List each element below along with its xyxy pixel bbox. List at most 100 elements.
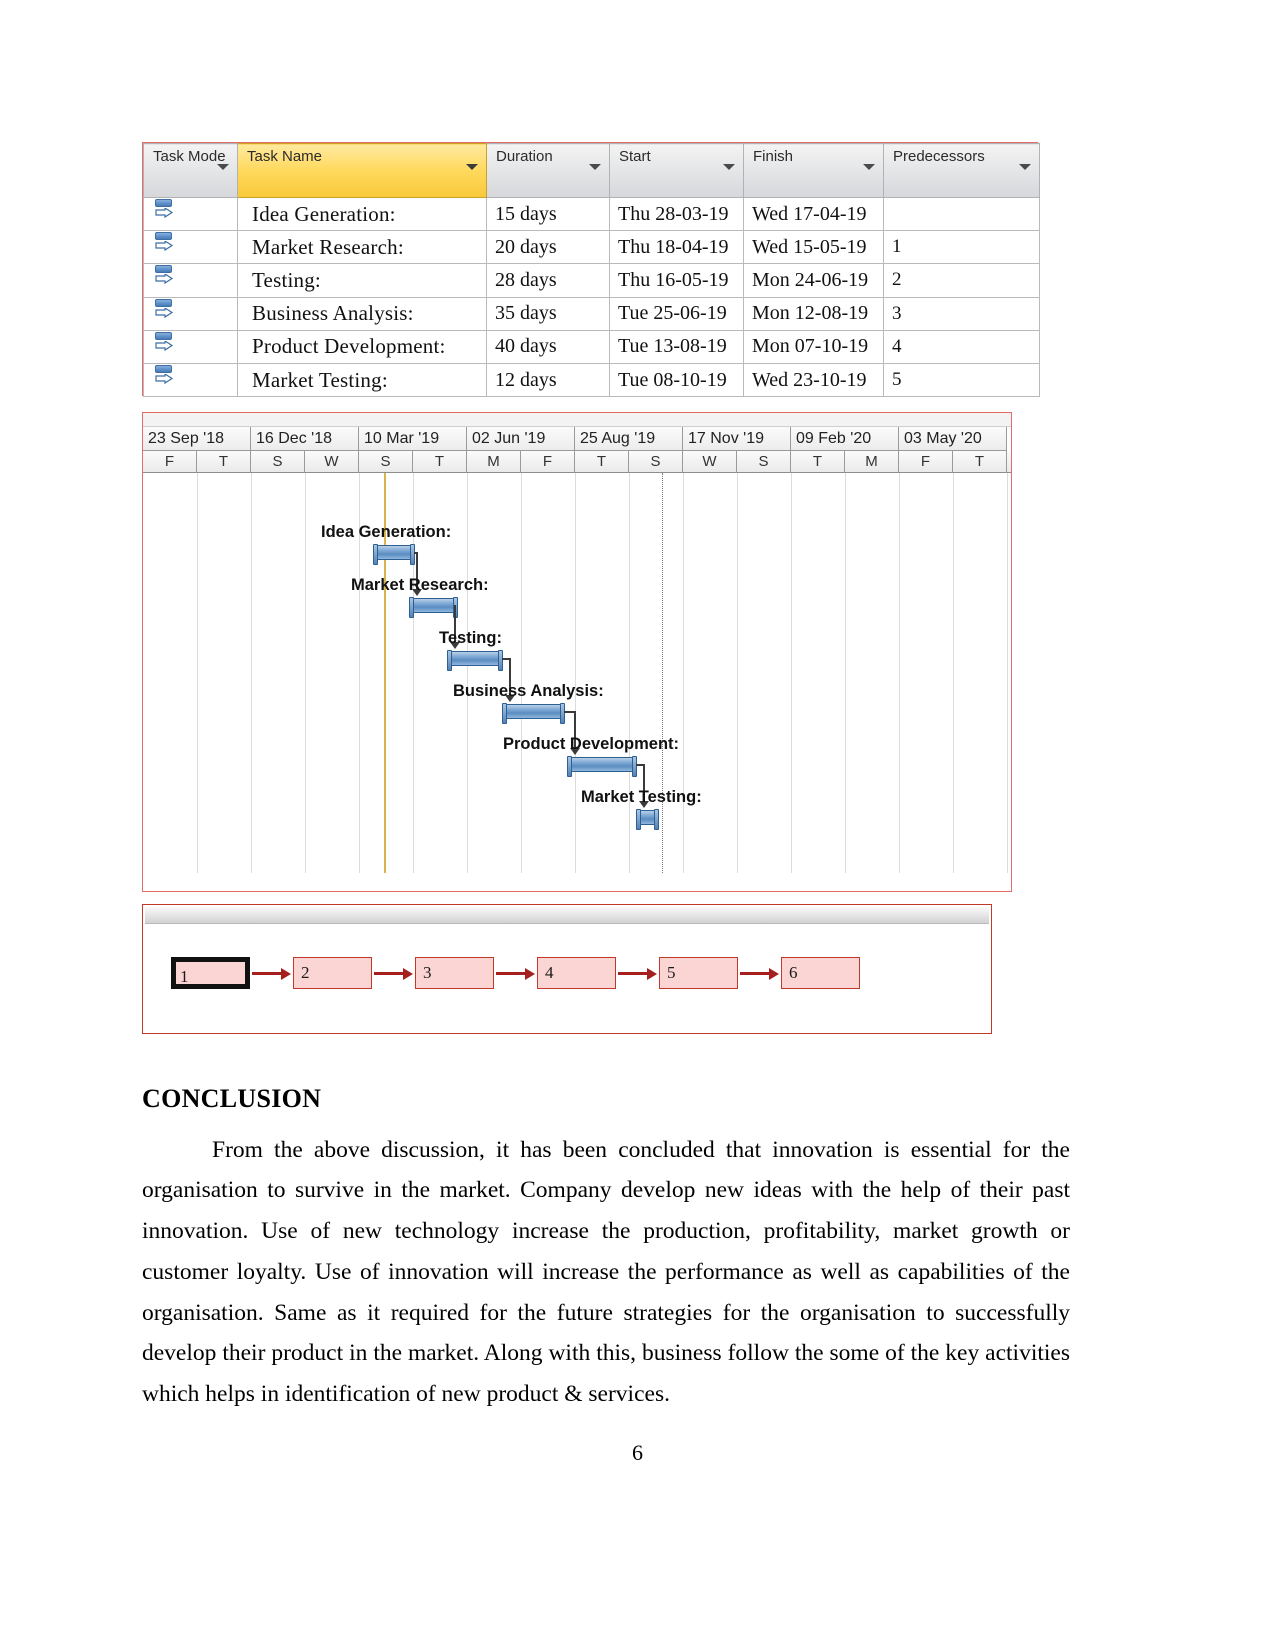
timescale-major-cell: 03 May '20 xyxy=(899,427,1007,451)
arrow-head-icon xyxy=(403,967,413,980)
finish-cell[interactable]: Mon 07-10-19 xyxy=(743,329,884,364)
gantt-canvas[interactable]: Idea Generation: Market Research: Testing:… xyxy=(143,473,1011,873)
start-cell[interactable]: Thu 16-05-19 xyxy=(609,263,744,298)
table-row[interactable]: Idea Generation: 15 days Thu 28-03-19 Wed 1… xyxy=(143,196,1040,232)
timescale-minor-cell: W xyxy=(683,451,737,473)
task-mode-cell[interactable] xyxy=(143,296,238,331)
finish-cell[interactable]: Wed 15-05-19 xyxy=(743,230,884,265)
timescale-major-cell: 23 Sep '18 xyxy=(143,427,251,451)
column-header-label: Finish xyxy=(753,148,794,165)
task-name-cell[interactable]: Business Analysis: xyxy=(237,296,487,331)
gantt-timescale-major: 23 Sep '18 16 Dec '18 10 Mar '19 02 Jun '19… xyxy=(143,427,1011,451)
network-diagram-panel: 1 2 3 4 5 6 xyxy=(142,904,992,1034)
duration-cell[interactable]: 35 days xyxy=(486,296,610,331)
timescale-minor-cell: T xyxy=(197,451,251,473)
timescale-minor-cell: F xyxy=(143,451,197,473)
task-name-cell[interactable]: Market Testing: xyxy=(237,362,487,398)
duration-cell[interactable]: 28 days xyxy=(486,263,610,298)
network-arrow xyxy=(740,967,779,980)
gantt-chart-panel: 23 Sep '18 16 Dec '18 10 Mar '19 02 Jun '19… xyxy=(142,412,1012,892)
start-cell[interactable]: Tue 25-06-19 xyxy=(609,296,744,331)
column-header-finish[interactable]: Finish xyxy=(743,143,884,198)
gantt-bar-label: Idea Generation: xyxy=(321,523,452,541)
task-name-cell[interactable]: Product Development: xyxy=(237,329,487,364)
gantt-gridline xyxy=(467,473,468,873)
predecessors-cell[interactable]: 1 xyxy=(883,230,1040,265)
gantt-bar-label: Market Research: xyxy=(351,576,489,594)
gantt-bar-label: Testing: xyxy=(439,629,502,647)
column-header-predecessors[interactable]: Predecessors xyxy=(883,143,1040,198)
task-mode-cell[interactable] xyxy=(143,263,238,298)
finish-cell[interactable]: Mon 24-06-19 xyxy=(743,263,884,298)
page-title: CONCLUSION xyxy=(142,1083,322,1113)
chevron-down-icon[interactable] xyxy=(466,164,478,170)
finish-cell[interactable]: Wed 17-04-19 xyxy=(743,196,884,232)
gantt-bar-label: Market Testing: xyxy=(581,788,702,806)
timescale-minor-cell: S xyxy=(359,451,413,473)
column-header-task-mode[interactable]: Task Mode xyxy=(143,143,238,198)
column-header-label: Task Mode xyxy=(153,148,226,165)
auto-schedule-icon xyxy=(154,198,176,224)
table-row[interactable]: Market Research: 20 days Thu 18-04-19 Wed 1… xyxy=(143,230,1040,265)
network-node[interactable]: 6 xyxy=(781,957,860,989)
gantt-bar[interactable] xyxy=(636,809,659,830)
task-mode-cell[interactable] xyxy=(143,230,238,265)
auto-schedule-icon xyxy=(154,331,176,357)
predecessors-cell[interactable]: 3 xyxy=(883,296,1040,331)
gantt-toolbar-strip xyxy=(143,413,1011,427)
table-row[interactable]: Market Testing: 12 days Tue 08-10-19 Wed 23… xyxy=(143,362,1040,398)
duration-cell[interactable]: 20 days xyxy=(486,230,610,265)
chevron-down-icon[interactable] xyxy=(723,164,735,170)
finish-cell[interactable]: Wed 23-10-19 xyxy=(743,362,884,398)
task-name-cell[interactable]: Testing: xyxy=(237,263,487,298)
finish-cell[interactable]: Mon 12-08-19 xyxy=(743,296,884,331)
network-node[interactable]: 5 xyxy=(659,957,738,989)
network-diagram-toolbar-strip xyxy=(145,907,989,924)
start-cell[interactable]: Tue 08-10-19 xyxy=(609,362,744,398)
timescale-minor-cell: T xyxy=(575,451,629,473)
timescale-minor-cell: T xyxy=(413,451,467,473)
timescale-minor-cell: F xyxy=(521,451,575,473)
predecessors-cell[interactable]: 4 xyxy=(883,329,1040,364)
duration-cell[interactable]: 40 days xyxy=(486,329,610,364)
start-cell[interactable]: Thu 28-03-19 xyxy=(609,196,744,232)
chevron-down-icon[interactable] xyxy=(217,164,229,170)
gantt-bar[interactable] xyxy=(373,544,415,565)
network-node[interactable]: 4 xyxy=(537,957,616,989)
table-row[interactable]: Testing: 28 days Thu 16-05-19 Mon 24-06-19 2 xyxy=(143,263,1040,298)
duration-cell[interactable]: 15 days xyxy=(486,196,610,232)
network-node[interactable]: 1 xyxy=(171,957,250,989)
task-mode-cell[interactable] xyxy=(143,329,238,364)
column-header-start[interactable]: Start xyxy=(609,143,744,198)
duration-cell[interactable]: 12 days xyxy=(486,362,610,398)
task-name-cell[interactable]: Idea Generation: xyxy=(237,196,487,232)
predecessors-cell[interactable]: 2 xyxy=(883,263,1040,298)
gantt-bar[interactable] xyxy=(567,756,637,777)
predecessors-cell[interactable]: 5 xyxy=(883,362,1040,398)
timescale-major-cell: 17 Nov '19 xyxy=(683,427,791,451)
chevron-down-icon[interactable] xyxy=(863,164,875,170)
column-header-duration[interactable]: Duration xyxy=(486,143,610,198)
table-row[interactable]: Product Development: 40 days Tue 13-08-19 M… xyxy=(143,329,1040,364)
gantt-bar[interactable] xyxy=(409,597,458,618)
gantt-bar[interactable] xyxy=(502,703,565,724)
network-node[interactable]: 3 xyxy=(415,957,494,989)
start-cell[interactable]: Thu 18-04-19 xyxy=(609,230,744,265)
task-name-cell[interactable]: Market Research: xyxy=(237,230,487,265)
table-row[interactable]: Business Analysis: 35 days Tue 25-06-19 Mon… xyxy=(143,296,1040,331)
network-node[interactable]: 2 xyxy=(293,957,372,989)
network-diagram-canvas[interactable]: 1 2 3 4 5 6 xyxy=(143,924,991,1032)
gantt-gridline xyxy=(737,473,738,873)
column-header-task-name[interactable]: Task Name xyxy=(237,143,487,198)
column-header-label: Duration xyxy=(496,148,553,165)
chevron-down-icon[interactable] xyxy=(589,164,601,170)
start-cell[interactable]: Tue 13-08-19 xyxy=(609,329,744,364)
timescale-minor-cell: S xyxy=(251,451,305,473)
task-mode-cell[interactable] xyxy=(143,362,238,398)
gantt-bar[interactable] xyxy=(447,650,503,671)
timescale-major-cell: 02 Jun '19 xyxy=(467,427,575,451)
gantt-gridline xyxy=(953,473,954,873)
predecessors-cell[interactable] xyxy=(883,196,1040,232)
task-mode-cell[interactable] xyxy=(143,196,238,232)
chevron-down-icon[interactable] xyxy=(1019,164,1031,170)
